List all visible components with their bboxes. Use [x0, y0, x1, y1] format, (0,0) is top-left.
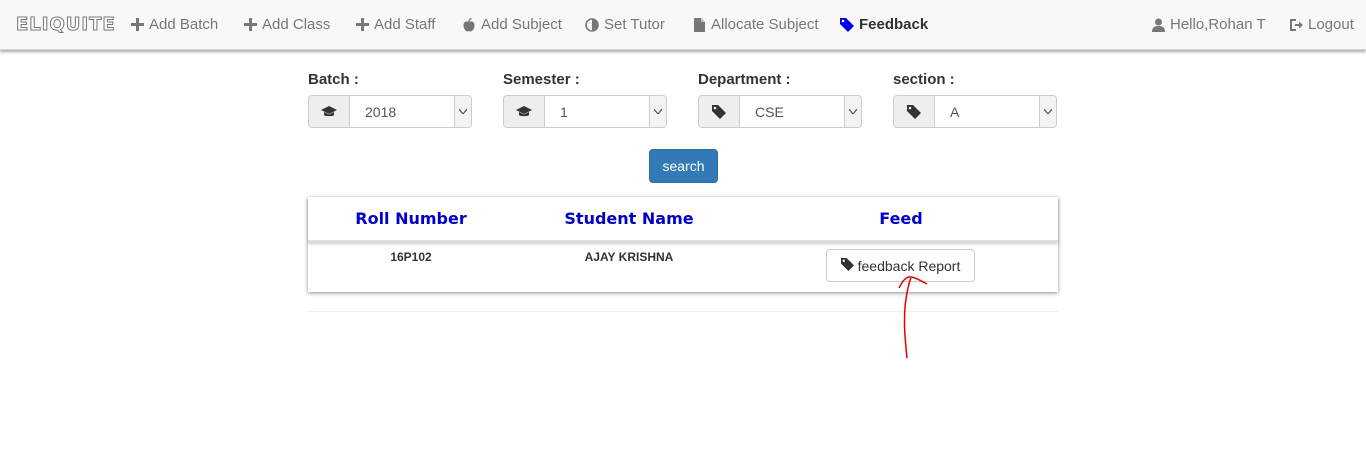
plus-icon [243, 18, 257, 32]
tag-icon [699, 96, 740, 127]
header-student-name: Student Name [564, 209, 694, 228]
chevron-down-icon [1039, 96, 1056, 127]
nav-feedback[interactable]: Feedback [840, 16, 928, 33]
chevron-down-icon [844, 96, 861, 127]
nav-set-tutor[interactable]: Set Tutor [585, 16, 665, 33]
apple-icon [462, 17, 476, 32]
semester-label: Semester : [503, 71, 580, 88]
brand-logo[interactable]: ELIQUITE [16, 14, 116, 36]
semester-value: 1 [560, 103, 568, 120]
adjust-icon [585, 17, 599, 32]
batch-value: 2018 [365, 103, 397, 120]
header-roll-number: Roll Number [355, 209, 467, 228]
department-value: CSE [755, 103, 784, 120]
graduation-cap-icon [309, 96, 350, 127]
cell-roll-number: 16P102 [390, 250, 432, 264]
batch-label: Batch : [308, 71, 359, 88]
nav-logout[interactable]: Logout [1289, 16, 1354, 33]
cell-student-name: AJAY KRISHNA [584, 250, 674, 264]
section-label: section : [893, 71, 955, 88]
divider [308, 311, 1058, 312]
plus-icon [355, 18, 369, 32]
tag-icon [894, 96, 935, 127]
section-select[interactable]: A [893, 95, 1057, 128]
chevron-down-icon [454, 96, 471, 127]
section-value: A [950, 103, 960, 120]
search-button[interactable]: search [649, 149, 718, 183]
nav-add-staff[interactable]: Add Staff [355, 16, 435, 33]
semester-select[interactable]: 1 [503, 95, 667, 128]
table-header: Roll Number Student Name Feed [308, 197, 1058, 242]
file-icon [692, 17, 706, 32]
graduation-cap-icon [504, 96, 545, 127]
nav-allocate-subject[interactable]: Allocate Subject [692, 16, 819, 33]
tag-icon [840, 257, 854, 274]
students-table: Roll Number Student Name Feed 16P102 AJA… [308, 197, 1058, 292]
department-label: Department : [698, 71, 791, 88]
plus-icon [130, 18, 144, 32]
tag-icon [840, 17, 854, 32]
department-select[interactable]: CSE [698, 95, 862, 128]
nav-add-subject[interactable]: Add Subject [462, 16, 562, 33]
top-navbar: ELIQUITE Add Batch Add Class Add Staff A… [0, 0, 1366, 50]
annotation-arrow [898, 276, 928, 359]
nav-user[interactable]: Hello,Rohan T [1151, 16, 1266, 33]
nav-add-batch[interactable]: Add Batch [130, 16, 218, 33]
user-icon [1151, 18, 1165, 32]
batch-select[interactable]: 2018 [308, 95, 472, 128]
logout-icon [1289, 18, 1303, 32]
nav-add-class[interactable]: Add Class [243, 16, 330, 33]
chevron-down-icon [649, 96, 666, 127]
header-feed: Feed [879, 209, 923, 228]
